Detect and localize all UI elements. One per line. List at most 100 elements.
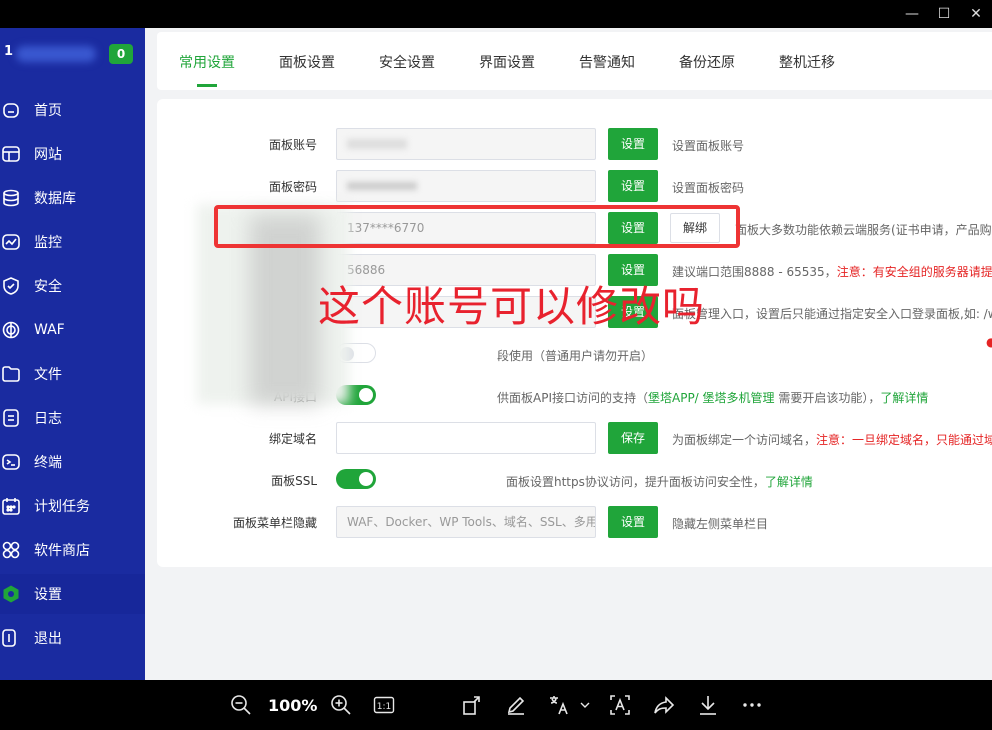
store-icon xyxy=(0,540,34,560)
tab-security-settings[interactable]: 安全设置 xyxy=(379,52,435,72)
tab-migration[interactable]: 整机迁移 xyxy=(779,52,835,72)
sidebar-item-waf[interactable]: WAF xyxy=(0,310,145,350)
sidebar-item-files[interactable]: 文件 xyxy=(0,354,145,394)
panel-account-input[interactable] xyxy=(336,128,596,160)
sidebar-item-label: 首页 xyxy=(34,103,62,119)
server-name-blurred xyxy=(16,46,96,62)
sidebar-item-tasks[interactable]: 计划任务 xyxy=(0,486,145,526)
folder-icon xyxy=(0,364,34,384)
logout-icon xyxy=(0,628,34,648)
tab-alert-notify[interactable]: 告警通知 xyxy=(579,52,635,72)
waf-icon xyxy=(0,320,34,340)
security-entry-hint: 面板管理入口，设置后只能通过指定安全入口登录面板,如: /w xyxy=(672,307,992,321)
sidebar-item-monitor[interactable]: 监控 xyxy=(0,222,145,262)
sidebar-item-label: 数据库 xyxy=(34,191,76,207)
panel-ssl-hint: 面板设置https协议访问，提升面板访问安全性，了解详情 xyxy=(506,473,813,490)
home-icon xyxy=(0,100,34,120)
sidebar-item-terminal[interactable]: 终端 xyxy=(0,442,145,482)
sidebar-item-database[interactable]: 数据库 xyxy=(0,178,145,218)
zoom-out-icon[interactable] xyxy=(230,694,252,716)
settings-tabs: 常用设置 面板设置 安全设置 界面设置 告警通知 备份还原 整机迁移 xyxy=(157,32,992,90)
notification-badge[interactable]: 0 xyxy=(109,44,133,64)
sidebar-item-logs[interactable]: 日志 xyxy=(0,398,145,438)
domain-hint-text: 为面板绑定一个访问域名， xyxy=(672,433,817,447)
api-hint-text: 供面板API接口访问的支持（ xyxy=(497,391,648,405)
sidebar-item-label: 网站 xyxy=(34,147,62,163)
sidebar-item-label: 安全 xyxy=(34,279,62,295)
panel-password-input[interactable] xyxy=(336,170,596,202)
tab-panel-settings[interactable]: 面板设置 xyxy=(279,52,335,72)
annotation-text: 这个账号可以修改吗 xyxy=(318,282,706,331)
sidebar-item-label: WAF xyxy=(34,322,65,338)
terminal-icon xyxy=(0,452,34,472)
panel-ssl-label: 面板SSL xyxy=(271,474,317,488)
menu-hide-set-button[interactable]: 设置 xyxy=(608,506,658,538)
blurred-value xyxy=(347,139,407,149)
sidebar-item-label: 软件商店 xyxy=(34,543,90,559)
text-recognition-icon[interactable] xyxy=(609,694,631,716)
sidebar-header: 1 0 xyxy=(0,42,145,66)
menu-hide-input[interactable]: WAF、Docker、WP Tools、域名、SSL、多用 xyxy=(336,506,596,538)
panel-ssl-toggle[interactable] xyxy=(336,469,376,489)
window-titlebar: — ☐ ✕ xyxy=(0,0,992,28)
sidebar-item-label: 退出 xyxy=(34,631,62,647)
svg-text:1:1: 1:1 xyxy=(377,702,391,712)
bind-domain-save-button[interactable]: 保存 xyxy=(608,422,658,454)
panel-account-set-button[interactable]: 设置 xyxy=(608,128,658,160)
calendar-icon xyxy=(0,496,34,516)
sidebar-item-settings[interactable]: 设置 xyxy=(0,574,145,614)
sidebar-item-label: 计划任务 xyxy=(34,499,90,515)
zoom-level: 100% xyxy=(268,696,318,715)
translate-icon[interactable] xyxy=(548,694,570,716)
more-options-icon[interactable] xyxy=(741,694,763,716)
menu-hide-hint: 隐藏左侧菜单栏目 xyxy=(672,517,769,531)
active-tab-indicator xyxy=(197,84,217,87)
minimize-button[interactable]: — xyxy=(902,4,922,24)
monitor-icon xyxy=(0,232,34,252)
panel-account-label: 面板账号 xyxy=(268,138,317,152)
menu-hide-label: 面板菜单栏隐藏 xyxy=(232,516,317,530)
log-icon xyxy=(0,408,34,428)
bind-account-hint: 面板大多数功能依赖云端服务(证书申请，产品购 xyxy=(735,223,992,237)
tab-common-settings[interactable]: 常用设置 xyxy=(179,52,235,72)
tab-backup-restore[interactable]: 备份还原 xyxy=(679,52,735,72)
download-icon[interactable] xyxy=(697,694,719,716)
maximize-button[interactable]: ☐ xyxy=(934,4,954,24)
chevron-down-icon[interactable] xyxy=(578,694,592,716)
bind-domain-input[interactable] xyxy=(336,422,596,454)
zoom-in-icon[interactable] xyxy=(330,694,352,716)
sidebar-item-website[interactable]: 网站 xyxy=(0,134,145,174)
api-hint-text2: 需要开启该功能）， xyxy=(774,391,881,405)
bind-domain-label: 绑定域名 xyxy=(268,432,317,446)
domain-hint-warning: 注意：一旦绑定域名，只能通过域 xyxy=(816,433,992,447)
ssl-details-link[interactable]: 了解详情 xyxy=(765,475,813,489)
panel-port-hint: 建议端口范围8888 - 65535，注意：有安全组的服务器请提前 xyxy=(672,263,992,280)
api-hint: 供面板API接口访问的支持（堡塔APP/ 堡塔多机管理 需要开启该功能），了解详… xyxy=(497,389,928,406)
shield-icon xyxy=(0,276,34,296)
api-details-link[interactable]: 了解详情 xyxy=(880,391,928,405)
panel-password-label: 面板密码 xyxy=(268,180,317,194)
actual-size-icon[interactable]: 1:1 xyxy=(373,694,395,716)
sidebar: 1 0 首页 网站 数据库 监控 安全 WAF 文件 日志 终端 计划任务 软件… xyxy=(0,28,145,680)
server-index: 1 xyxy=(4,44,14,59)
bind-domain-hint: 为面板绑定一个访问域名，注意：一旦绑定域名，只能通过域 xyxy=(672,431,992,448)
tab-ui-settings[interactable]: 界面设置 xyxy=(479,52,535,72)
sidebar-item-security[interactable]: 安全 xyxy=(0,266,145,306)
annotation-highlight-box xyxy=(214,205,740,248)
close-button[interactable]: ✕ xyxy=(966,4,986,24)
database-icon xyxy=(0,188,34,208)
sidebar-item-label: 终端 xyxy=(34,455,62,471)
share-icon[interactable] xyxy=(653,694,675,716)
sidebar-item-store[interactable]: 软件商店 xyxy=(0,530,145,570)
sidebar-item-label: 文件 xyxy=(34,367,62,383)
api-app-link[interactable]: 堡塔APP/ 堡塔多机管理 xyxy=(648,391,775,405)
edit-pen-icon[interactable] xyxy=(505,694,527,716)
image-viewer-toolbar: 100% 1:1 xyxy=(0,680,992,730)
panel-password-hint: 设置面板密码 xyxy=(672,181,745,195)
sidebar-item-home[interactable]: 首页 xyxy=(0,90,145,130)
website-icon xyxy=(0,144,34,164)
sidebar-item-logout[interactable]: 退出 xyxy=(0,618,145,658)
rotate-icon[interactable] xyxy=(462,694,484,716)
panel-password-set-button[interactable]: 设置 xyxy=(608,170,658,202)
blurred-value xyxy=(347,182,417,190)
